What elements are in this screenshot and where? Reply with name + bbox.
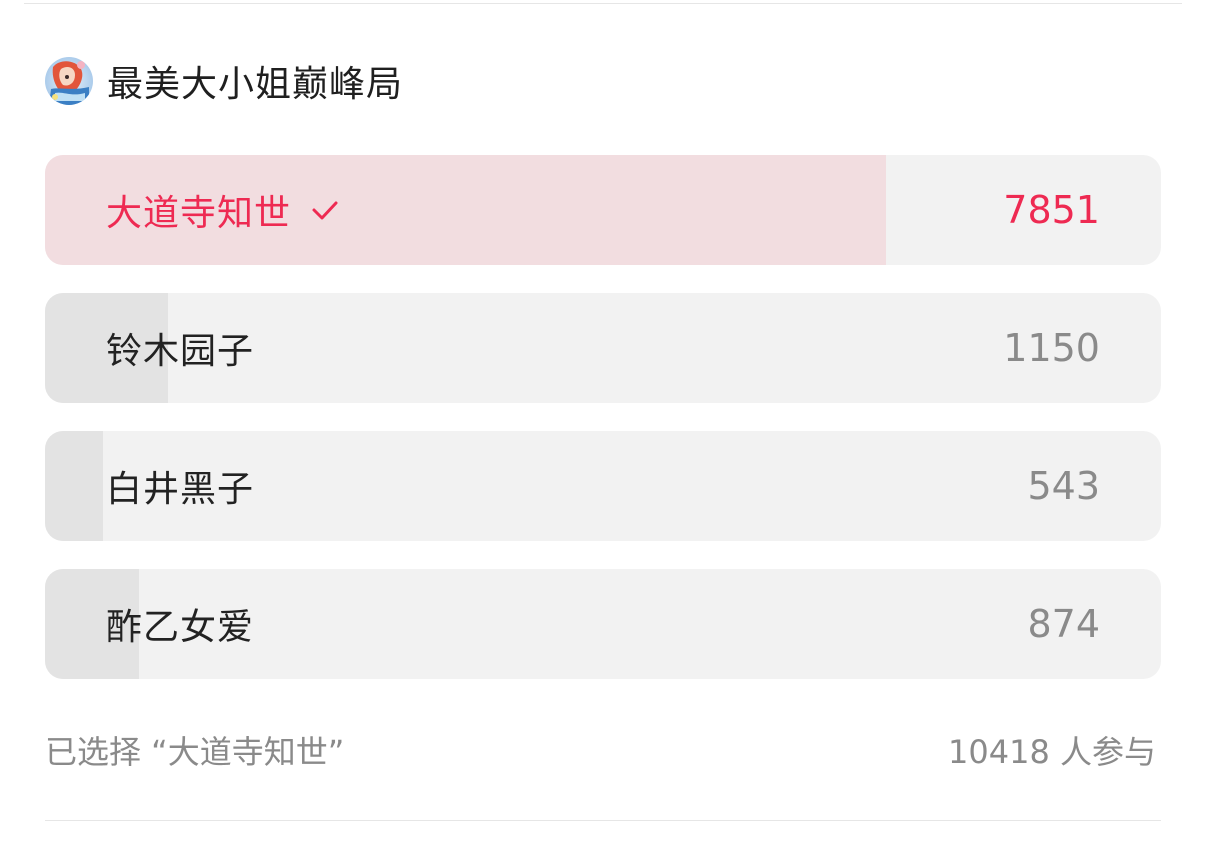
- poll-options: 大道寺知世 7851 铃木园子 1150 白井黑子 543 酢乙女爱 874: [45, 155, 1161, 707]
- option-label-wrap: 白井黑子: [106, 431, 254, 541]
- poll-option[interactable]: 酢乙女爱 874: [45, 569, 1161, 679]
- poll-option-selected[interactable]: 大道寺知世 7851: [45, 155, 1161, 265]
- vote-count: 1150: [1003, 326, 1100, 370]
- avatar[interactable]: [45, 57, 93, 105]
- option-label: 白井黑子: [106, 469, 255, 510]
- participant-count: 10418 人参与: [948, 733, 1156, 771]
- poll-option[interactable]: 白井黑子 543: [45, 431, 1161, 541]
- option-label-wrap: 大道寺知世: [106, 155, 341, 265]
- vote-count: 543: [1027, 464, 1100, 508]
- option-label: 大道寺知世: [106, 193, 292, 234]
- vote-count: 7851: [1003, 188, 1100, 232]
- poll-card: 最美大小姐巅峰局 大道寺知世 7851 铃木园子 1150 白井黑子 543 酢…: [0, 0, 1206, 858]
- checkmark-icon: [312, 201, 338, 220]
- poll-footer: 已选择 “大道寺知世” 10418 人参与: [45, 728, 1156, 772]
- option-label: 铃木园子: [106, 331, 255, 372]
- poll-header: 最美大小姐巅峰局: [45, 55, 403, 107]
- option-label: 酢乙女爱: [106, 607, 255, 648]
- top-divider: [24, 3, 1182, 4]
- selection-status: 已选择 “大道寺知世”: [45, 733, 345, 771]
- vote-count: 874: [1027, 602, 1100, 646]
- bottom-divider: [45, 820, 1161, 821]
- vote-share-bar: [45, 431, 104, 541]
- option-label-wrap: 酢乙女爱: [106, 569, 254, 679]
- poll-title: 最美大小姐巅峰局: [107, 64, 404, 105]
- anime-character-avatar-icon: [45, 57, 93, 105]
- option-label-wrap: 铃木园子: [106, 293, 254, 403]
- poll-option[interactable]: 铃木园子 1150: [45, 293, 1161, 403]
